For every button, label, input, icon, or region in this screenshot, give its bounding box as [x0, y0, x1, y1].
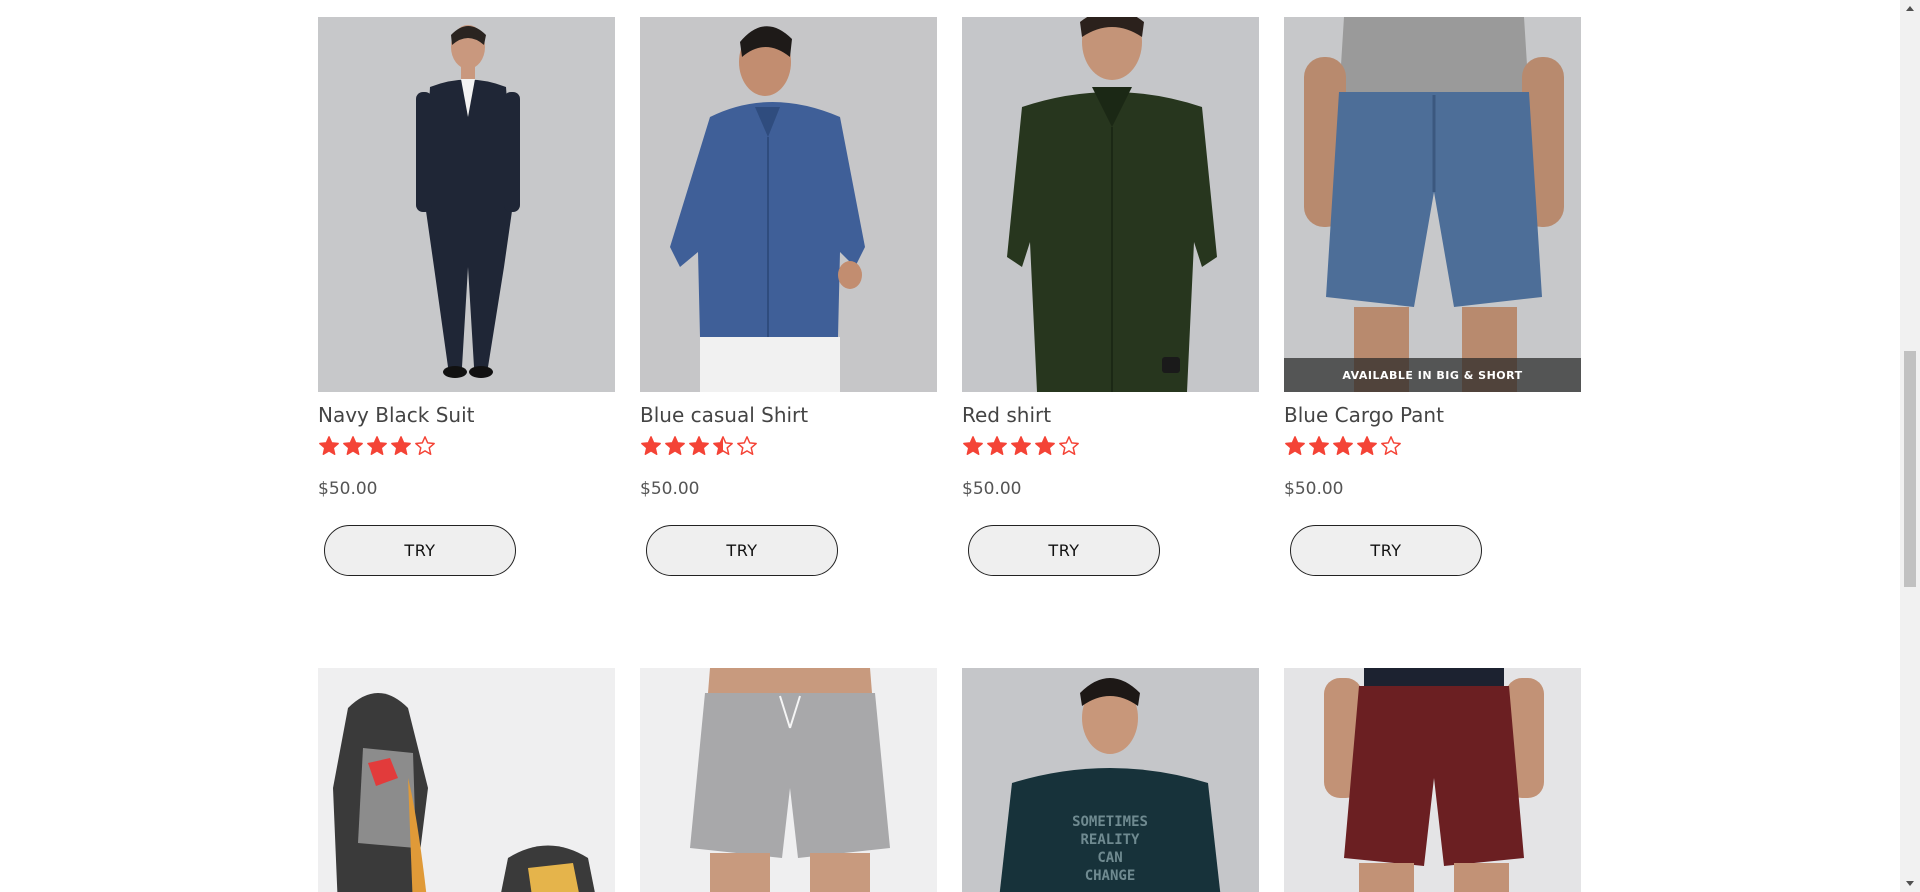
product-image[interactable]: [640, 17, 937, 392]
product-image[interactable]: AVAILABLE IN BIG & SHORT: [1284, 17, 1581, 392]
product-name[interactable]: Navy Black Suit: [318, 403, 474, 427]
maroon-shorts-photo: [1284, 668, 1581, 892]
tshirt-photo: SOMETIMES REALITY CAN CHANGE: [962, 668, 1259, 892]
rating-stars: [318, 435, 436, 459]
scrollbar-thumb[interactable]: [1904, 351, 1916, 587]
star-icon: [963, 436, 983, 455]
green-shirt-photo: [962, 17, 1259, 392]
star-half-icon: [713, 436, 733, 455]
star-icon: [987, 436, 1007, 455]
star-icon: [641, 436, 661, 455]
product-price: $50.00: [318, 479, 378, 499]
star-icon: [1035, 436, 1055, 455]
blue-shirt-photo: [640, 17, 937, 392]
product-image[interactable]: [962, 17, 1259, 392]
tshirt-print-text: CHANGE: [1085, 868, 1136, 884]
product-price: $50.00: [640, 479, 700, 499]
tshirt-print-text: REALITY: [1080, 832, 1140, 848]
star-icon: [367, 436, 387, 455]
product-name[interactable]: Blue casual Shirt: [640, 403, 808, 427]
scroll-up-arrow-icon[interactable]: [1900, 0, 1920, 17]
scroll-down-arrow-icon[interactable]: [1900, 875, 1920, 892]
availability-badge: AVAILABLE IN BIG & SHORT: [1284, 358, 1581, 392]
star-icon: [1309, 436, 1329, 455]
sneakers-photo: [318, 668, 615, 892]
try-button[interactable]: TRY: [1290, 525, 1482, 576]
star-icon: [1011, 436, 1031, 455]
star-icon: [391, 436, 411, 455]
rating-stars: [640, 435, 758, 459]
product-image[interactable]: [318, 668, 615, 892]
tshirt-print-text: CAN: [1097, 850, 1122, 866]
star-icon: [1357, 436, 1377, 455]
rating-stars: [1284, 435, 1402, 459]
star-outline-icon: [415, 436, 435, 455]
product-price: $50.00: [962, 479, 1022, 499]
product-image[interactable]: [1284, 668, 1581, 892]
suit-photo: [318, 17, 615, 392]
product-image[interactable]: [640, 668, 937, 892]
star-icon: [1285, 436, 1305, 455]
star-outline-icon: [1059, 436, 1079, 455]
try-button[interactable]: TRY: [968, 525, 1160, 576]
product-image[interactable]: SOMETIMES REALITY CAN CHANGE: [962, 668, 1259, 892]
try-button[interactable]: TRY: [646, 525, 838, 576]
denim-shorts-photo: [1284, 17, 1581, 392]
star-outline-icon: [737, 436, 757, 455]
star-outline-icon: [1381, 436, 1401, 455]
star-icon: [665, 436, 685, 455]
star-icon: [1333, 436, 1353, 455]
tshirt-print-text: SOMETIMES: [1072, 814, 1148, 830]
product-image[interactable]: [318, 17, 615, 392]
try-button[interactable]: TRY: [324, 525, 516, 576]
vertical-scrollbar[interactable]: [1900, 0, 1920, 892]
product-price: $50.00: [1284, 479, 1344, 499]
product-name[interactable]: Blue Cargo Pant: [1284, 403, 1444, 427]
product-grid-page: Navy Black Suit $50.00 TRY Blue casual S…: [0, 0, 1900, 892]
rating-stars: [962, 435, 1080, 459]
star-icon: [343, 436, 363, 455]
star-icon: [319, 436, 339, 455]
grey-shorts-photo: [640, 668, 937, 892]
star-icon: [689, 436, 709, 455]
product-name[interactable]: Red shirt: [962, 403, 1051, 427]
